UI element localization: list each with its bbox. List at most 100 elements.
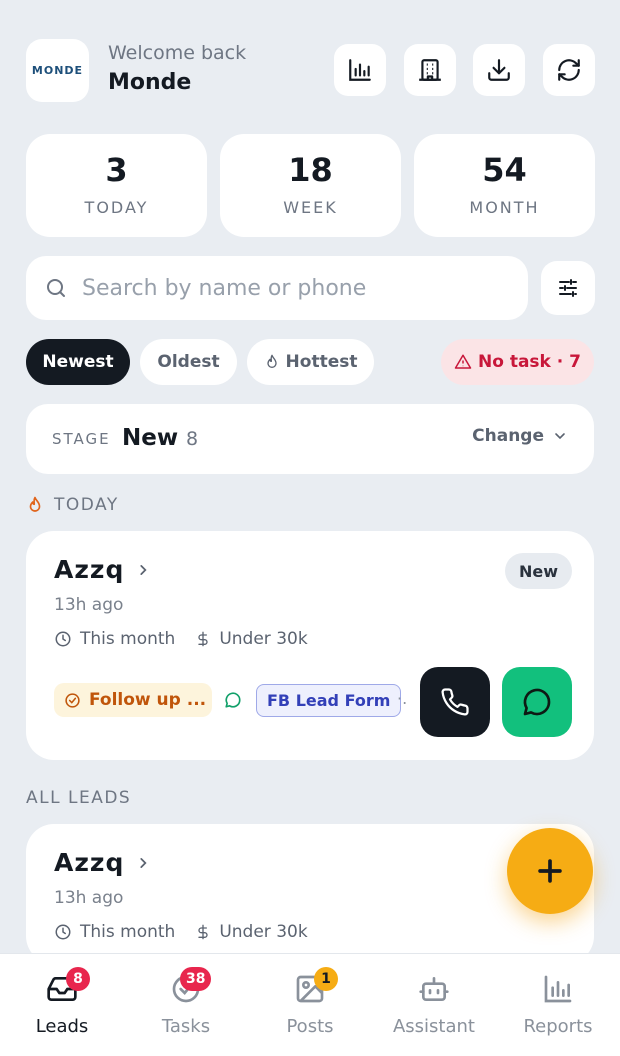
- lead-meta: This month Under 30k: [54, 922, 308, 942]
- budget-text: Under 30k: [219, 922, 308, 942]
- bar-chart-icon: [544, 975, 572, 1003]
- sort-hottest-chip[interactable]: Hottest: [247, 339, 374, 385]
- lead-name[interactable]: Azzq: [54, 848, 150, 877]
- lead-name[interactable]: Azzq: [54, 555, 150, 584]
- phone-icon: [441, 688, 469, 716]
- lead-timeframe: This month: [54, 629, 175, 649]
- lead-meta: This month Under 30k: [54, 629, 308, 649]
- nav-label: Tasks: [161, 1016, 211, 1037]
- chip-label: No task · 7: [478, 352, 581, 372]
- stat-label: WEEK: [283, 198, 338, 217]
- lead-budget: Under 30k: [195, 629, 308, 649]
- nav-item-reports[interactable]: Reports: [496, 972, 620, 1037]
- call-button[interactable]: [420, 667, 490, 737]
- nav-item-tasks[interactable]: 38 Tasks: [124, 967, 248, 1037]
- timeframe-text: This month: [80, 922, 176, 942]
- bar-chart-icon: [349, 59, 371, 81]
- stat-value: 54: [482, 151, 527, 189]
- bot-icon: [419, 977, 449, 1001]
- stage-badge: New: [504, 553, 572, 589]
- stat-month[interactable]: 54 MONTH: [414, 134, 595, 237]
- chevron-right-icon: [140, 564, 147, 575]
- search-icon: [47, 279, 65, 297]
- flame-icon: [266, 354, 277, 368]
- budget-text: Under 30k: [219, 629, 308, 649]
- nav-item-assistant[interactable]: Assistant: [372, 972, 496, 1037]
- nav-label: Posts: [286, 1016, 334, 1037]
- lead-time-ago: 13h ago: [54, 888, 124, 908]
- analytics-button[interactable]: [334, 44, 386, 96]
- search-bar: [26, 256, 528, 320]
- message-icon: [225, 692, 241, 708]
- chevron-down-icon: [555, 433, 565, 440]
- nav-item-leads[interactable]: 8 Leads: [0, 967, 124, 1037]
- no-task-filter-chip[interactable]: No task · 7: [441, 339, 594, 385]
- change-stage-button[interactable]: Change: [472, 426, 568, 446]
- stage-selector: STAGE New 8 Change: [26, 404, 594, 474]
- section-all-leads: ALL LEADS: [26, 788, 131, 808]
- lead-time-ago: 13h ago: [54, 595, 124, 615]
- check-circle-icon: [65, 692, 80, 708]
- dollar-icon: [198, 631, 208, 647]
- stat-label: MONTH: [469, 198, 540, 217]
- welcome-text: Welcome back: [108, 42, 247, 64]
- plus-icon: [538, 859, 562, 883]
- lead-timeframe: This month: [54, 922, 175, 942]
- lead-budget: Under 30k: [195, 922, 308, 942]
- dollar-icon: [198, 924, 208, 940]
- chevron-right-icon: [140, 857, 147, 868]
- lead-card[interactable]: Azzq 13h ago This month Under 30k New Fo…: [26, 531, 594, 760]
- nav-badge: 8: [66, 967, 90, 991]
- logo-text: MONDE: [31, 64, 84, 77]
- brand-logo: MONDE: [26, 39, 89, 102]
- lead-card[interactable]: Azzq 13h ago This month Under 30k: [26, 824, 594, 964]
- lead-name-text: Azzq: [54, 848, 125, 877]
- stat-today[interactable]: 3 TODAY: [26, 134, 207, 237]
- stage-label: STAGE: [52, 430, 111, 448]
- building-icon: [419, 59, 441, 81]
- timeframe-text: This month: [80, 629, 176, 649]
- nav-label: Assistant: [392, 1016, 475, 1037]
- section-title: ALL LEADS: [26, 788, 132, 808]
- sort-newest-chip[interactable]: Newest: [26, 339, 130, 385]
- add-lead-button[interactable]: [507, 828, 593, 914]
- header: MONDE Welcome back Monde: [26, 38, 595, 102]
- sliders-icon: [559, 279, 577, 297]
- lead-source-badge: FB Lead Form: [256, 684, 402, 717]
- nav-item-posts[interactable]: 1 Posts: [248, 967, 372, 1037]
- change-label: Change: [472, 426, 544, 446]
- organization-button[interactable]: [404, 44, 456, 96]
- bottom-nav: 8 Leads 38 Tasks 1 Posts Assistant Repor…: [0, 953, 620, 1056]
- warning-icon: [454, 354, 472, 369]
- lead-name-text: Azzq: [54, 555, 125, 584]
- nav-badge: 1: [314, 967, 338, 991]
- followup-task[interactable]: Follow up ...: [54, 683, 212, 717]
- refresh-button[interactable]: [543, 44, 595, 96]
- nav-badge: 38: [180, 967, 212, 991]
- refresh-icon: [558, 59, 580, 81]
- chip-label: Newest: [42, 352, 114, 372]
- stat-label: TODAY: [84, 198, 149, 217]
- whatsapp-button[interactable]: [502, 667, 572, 737]
- user-name: Monde: [108, 70, 192, 95]
- nav-label: Reports: [523, 1016, 593, 1037]
- chip-label: Hottest: [285, 352, 358, 372]
- export-button[interactable]: [473, 44, 525, 96]
- stat-value: 3: [105, 151, 128, 189]
- download-icon: [488, 59, 510, 81]
- section-today: TODAY: [26, 495, 119, 515]
- stat-value: 18: [288, 151, 333, 189]
- nav-label: Leads: [35, 1016, 89, 1037]
- filter-button[interactable]: [541, 261, 595, 315]
- chip-label: Oldest: [157, 352, 220, 372]
- sort-oldest-chip[interactable]: Oldest: [140, 339, 237, 385]
- stat-week[interactable]: 18 WEEK: [220, 134, 401, 237]
- more-indicator: ·.: [397, 689, 408, 708]
- stage-count: 8: [186, 428, 199, 450]
- search-input[interactable]: [82, 256, 512, 320]
- section-title: TODAY: [54, 495, 119, 515]
- chat-bubble-icon: [523, 688, 551, 716]
- stage-value: New: [122, 425, 179, 451]
- followup-text: Follow up ...: [89, 690, 207, 710]
- clock-icon: [55, 631, 71, 647]
